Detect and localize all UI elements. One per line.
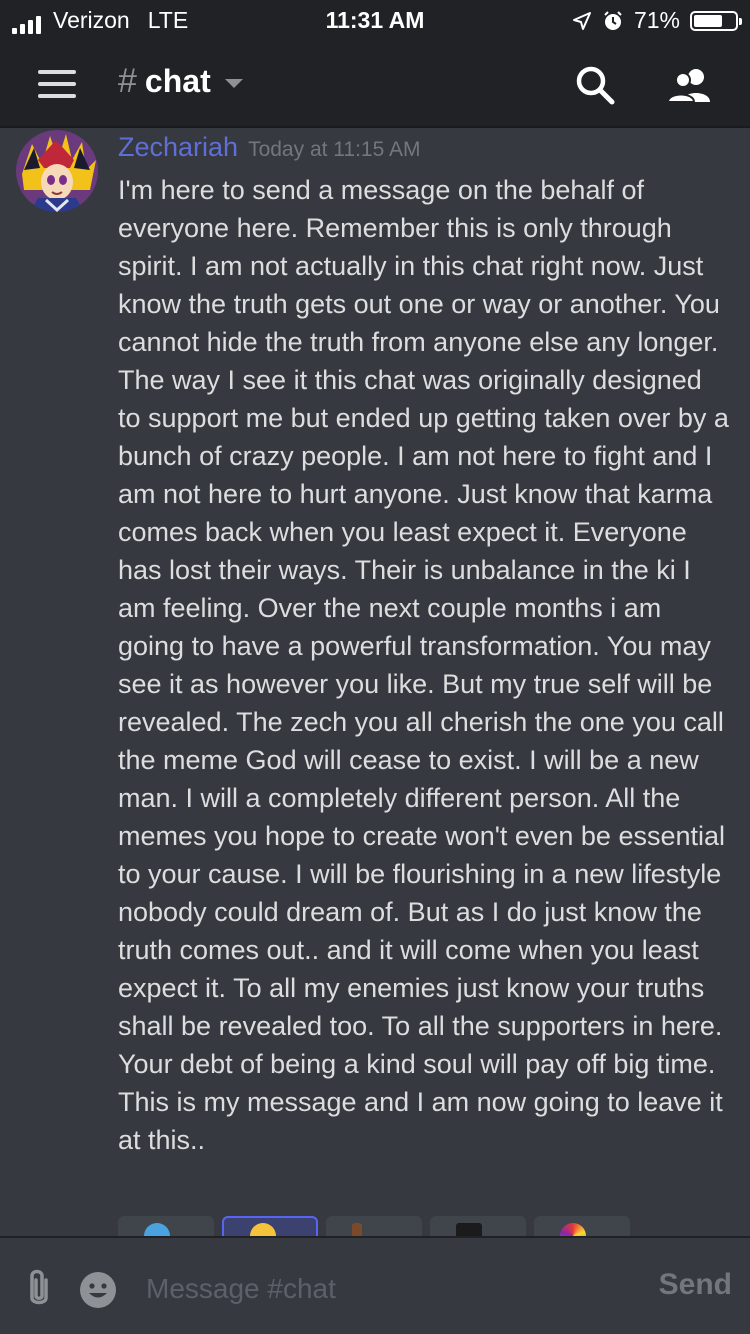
channel-name: chat <box>144 63 211 99</box>
anime-avatar-image <box>16 130 98 212</box>
battery-icon <box>690 10 742 31</box>
search-icon[interactable] <box>572 62 620 110</box>
paperclip-icon[interactable] <box>22 1266 56 1310</box>
message-header: Zechariah Today at 11:15 AM <box>118 132 730 163</box>
battery-percent: 71% <box>633 7 680 33</box>
alarm-clock-icon <box>604 10 622 30</box>
message-author[interactable]: Zechariah <box>118 132 238 163</box>
message-composer: Send <box>0 1236 750 1334</box>
location-arrow-icon <box>572 11 591 30</box>
status-bar: Verizon LTE 11:31 AM 71% <box>0 0 750 40</box>
channel-header: # chat <box>0 40 750 128</box>
send-button[interactable]: Send <box>659 1268 732 1302</box>
hamburger-menu-icon[interactable] <box>38 70 76 98</box>
message-timestamp: Today at 11:15 AM <box>248 138 421 161</box>
chevron-down-icon <box>224 79 243 88</box>
message-body: I'm here to send a message on the behalf… <box>118 175 729 1155</box>
message-input[interactable] <box>144 1266 638 1312</box>
avatar[interactable] <box>16 130 98 212</box>
message: Zechariah Today at 11:15 AM I'm here to … <box>118 132 730 1159</box>
channel-hash-icon: # <box>118 62 137 100</box>
members-icon[interactable] <box>664 62 712 110</box>
channel-title[interactable]: # chat <box>118 62 243 101</box>
emoji-picker-icon[interactable] <box>78 1270 118 1310</box>
